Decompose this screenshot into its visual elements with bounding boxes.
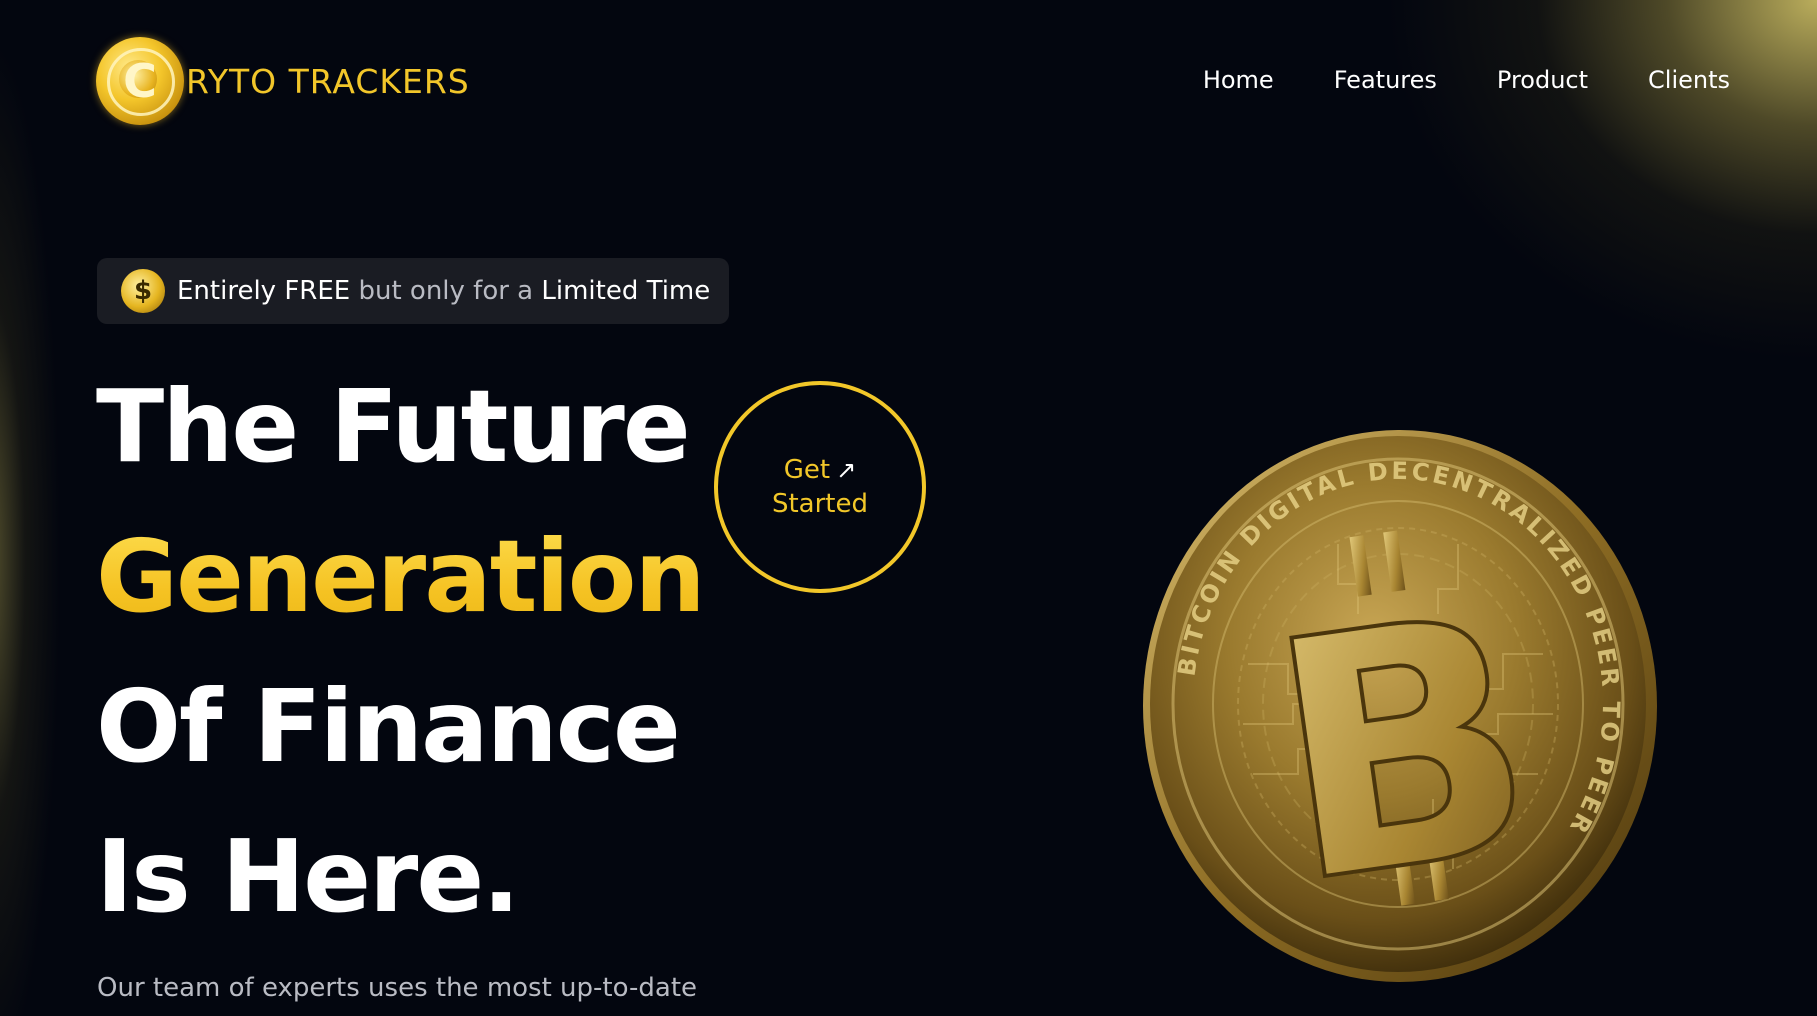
arrow-up-right-icon: ↗ — [836, 456, 857, 484]
cta-line-1: Get ↗ — [784, 453, 856, 487]
main-nav: Home Features Product Clients — [1203, 62, 1730, 98]
cta-get-text: Get — [783, 455, 831, 485]
headline-line-1: The Future — [96, 368, 691, 485]
svg-text:B: B — [1252, 542, 1555, 957]
get-started-button[interactable]: Get ↗ Started — [714, 381, 926, 593]
promo-limited-text: Limited Time — [541, 276, 711, 306]
nav-link-clients[interactable]: Clients — [1648, 62, 1730, 98]
hero-subtext: Our team of experts uses the most up-to-… — [97, 973, 698, 1003]
logo-letter: C — [123, 54, 157, 108]
promo-badge-text: Entirely FREE but only for a Limited Tim… — [177, 276, 710, 306]
promo-badge: $ Entirely FREE but only for a Limited T… — [97, 258, 729, 324]
logo-coin-icon: C — [96, 37, 184, 125]
brand-logo[interactable]: C RYTO TRACKERS — [96, 36, 470, 126]
nav-link-home[interactable]: Home — [1203, 62, 1274, 98]
nav-link-features[interactable]: Features — [1334, 62, 1437, 98]
nav-link-product[interactable]: Product — [1497, 62, 1588, 98]
landing-page: C RYTO TRACKERS Home Features Product Cl… — [0, 0, 1817, 1016]
headline-line-3: Of Finance — [96, 668, 681, 785]
cta-started-text: Started — [771, 489, 868, 519]
promo-middle-text: but only for a — [350, 276, 542, 306]
headline-line-4: Is Here. — [96, 818, 520, 935]
hero-headline: The Future Generation Of Finance Is Here… — [96, 352, 706, 952]
bitcoin-icon: BITCOIN DIGITAL DECENTRALIZED PEER TO PE… — [1138, 424, 1658, 984]
promo-free-text: Entirely FREE — [177, 276, 351, 306]
dollar-coin-icon: $ — [121, 269, 165, 313]
headline-line-2: Generation — [96, 502, 706, 652]
brand-name: RYTO TRACKERS — [186, 61, 470, 101]
